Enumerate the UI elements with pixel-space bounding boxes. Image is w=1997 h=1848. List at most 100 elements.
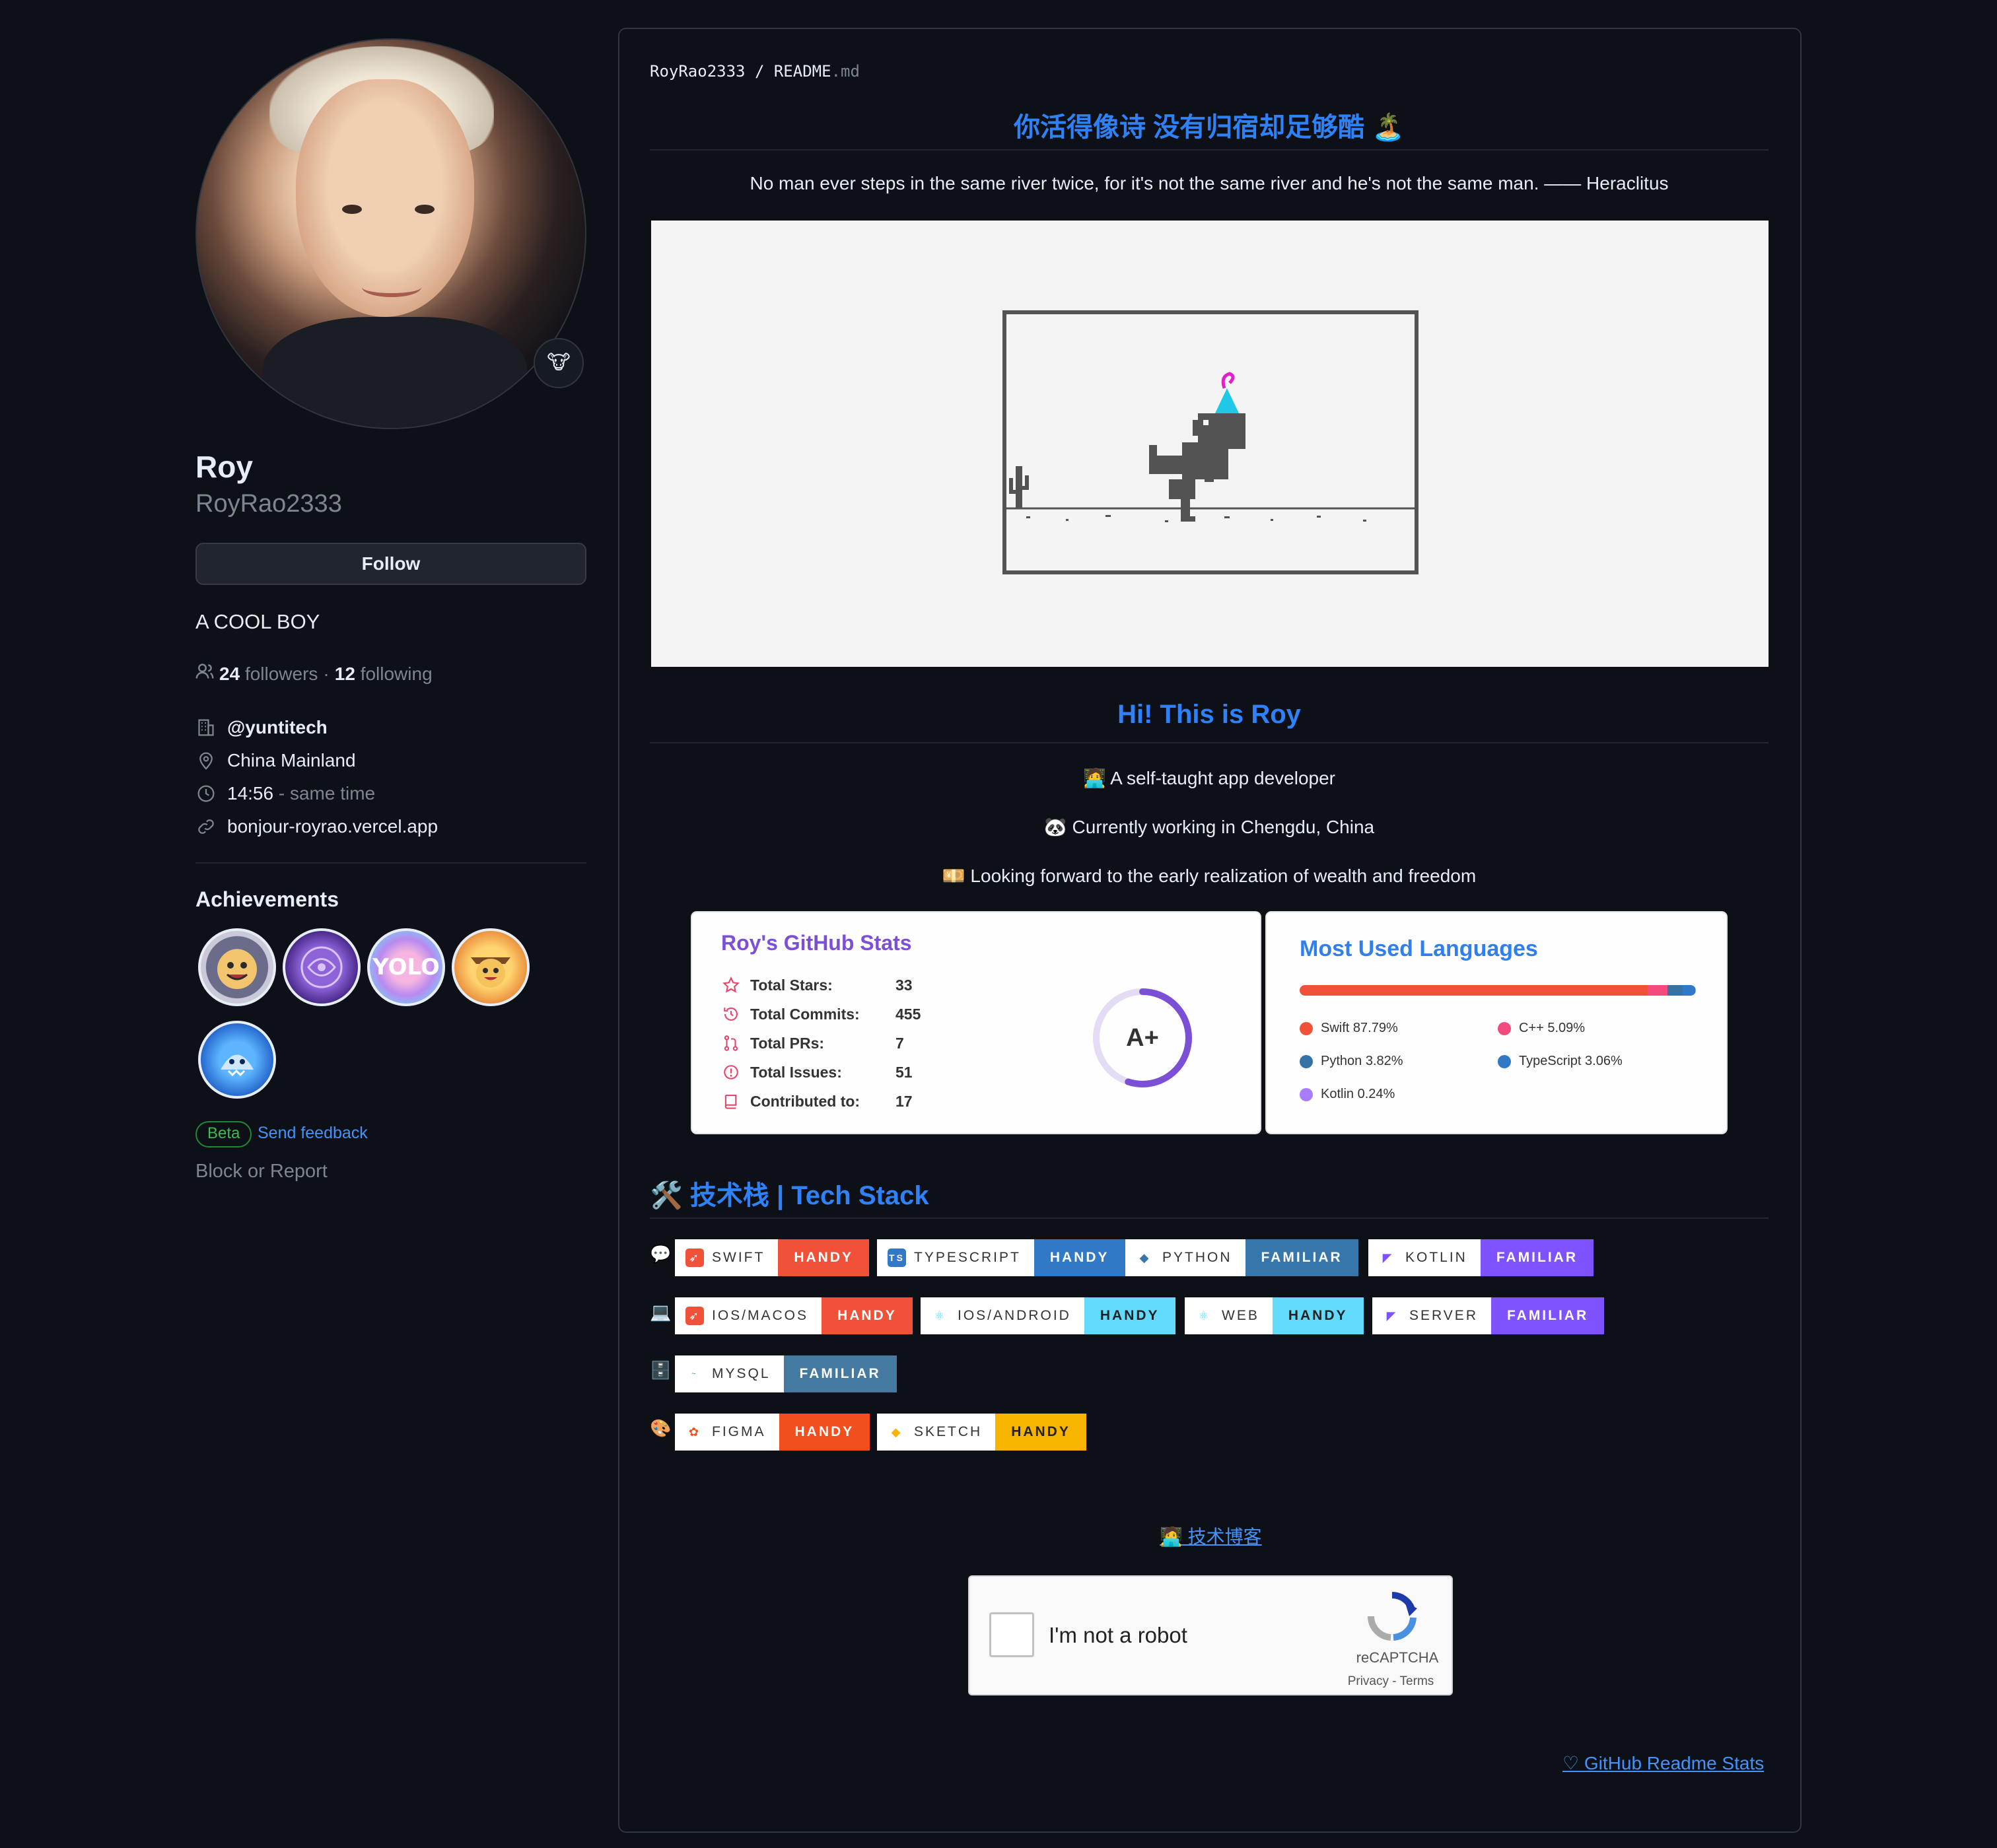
badge-ios-android[interactable]: ⚛ IOS/ANDROID HANDY [921,1297,1175,1334]
badge-level: HANDY [995,1414,1086,1451]
badge-label: SWIFT [712,1250,765,1265]
following-count: 12 [334,663,355,684]
privacy-link[interactable]: Privacy [1348,1674,1389,1688]
readme-stats-link[interactable]: ♡ GitHub Readme Stats [1562,1752,1764,1774]
people-icon [195,662,214,685]
company-row: @yuntitech [195,714,328,741]
stat-label: Total PRs: [750,1034,825,1052]
tech-blog-link[interactable]: 🧑‍💻 技术博客 [1160,1523,1262,1549]
recaptcha-terms: Privacy - Terms [1339,1674,1442,1689]
status-emoji-icon[interactable]: 🐮 [534,338,584,388]
badge-mysql[interactable]: ~ MYSQL FAMILIAR [675,1355,897,1392]
language-bar-segment [1667,985,1683,996]
company-link[interactable]: @yuntitech [227,717,328,738]
stat-value: 33 [895,976,913,994]
local-time: 14:56 [227,783,274,804]
breadcrumb-user[interactable]: RoyRao2333 [650,62,746,81]
link-icon [195,816,217,837]
row-emoji: 🗄️ [650,1360,672,1380]
badge-level: HANDY [1272,1297,1364,1334]
avatar-mouth [362,277,421,297]
row-emoji: 🎨 [650,1418,672,1438]
achievement-badge[interactable]: YOLO [367,928,445,1006]
heading-divider [650,149,1769,151]
send-feedback-link[interactable]: Send feedback [258,1124,368,1143]
badge-web[interactable]: ⚛ WEB HANDY [1185,1297,1364,1334]
stat-row: Total PRs: 7 [721,1030,904,1056]
followers-link[interactable]: 24 followers [219,664,318,685]
location-icon [195,750,217,771]
badge-python[interactable]: ◆ PYTHON FAMILIAR [1125,1239,1358,1276]
follow-button[interactable]: Follow [195,543,586,585]
beta-badge: Beta [195,1121,252,1147]
heading-divider [650,1217,1769,1219]
badge-swift[interactable]: ➶ SWIFT HANDY [675,1239,869,1276]
achievement-badge[interactable] [198,928,276,1006]
followers-label: followers [244,663,318,684]
badge-ios-macos[interactable]: ➶ IOS/MACOS HANDY [675,1297,913,1334]
avatar-eye [342,205,362,214]
badge-level: FAMILIAR [783,1355,897,1392]
badge-label: KOTLIN [1405,1250,1467,1265]
achievement-badge[interactable] [452,928,530,1006]
language-name: Kotlin [1321,1087,1354,1101]
dino-game-frame [1002,310,1419,574]
language-name: Swift [1321,1021,1350,1035]
language-bar-segment [1300,985,1648,996]
stat-value: 7 [895,1034,904,1052]
badge-level: HANDY [1034,1239,1125,1276]
badge-typescript[interactable]: TS TYPESCRIPT HANDY [877,1239,1125,1276]
badge-figma[interactable]: ✿ FIGMA HANDY [675,1414,870,1451]
language-dot [1300,1087,1313,1101]
language-bar-segment [1695,985,1696,996]
badge-server[interactable]: ◤ SERVER FAMILIAR [1372,1297,1605,1334]
tech-stack-heading: 🛠️ 技术栈 | Tech Stack [650,1181,929,1210]
language-name: Python [1321,1054,1362,1068]
badge-label: SERVER [1409,1308,1478,1323]
badge-label: TYPESCRIPT [914,1250,1021,1265]
organization-icon [195,717,217,738]
recaptcha-checkbox[interactable] [989,1612,1034,1657]
badge-kotlin[interactable]: ◤ KOTLIN FAMILIAR [1368,1239,1594,1276]
following-link[interactable]: 12 following [335,664,433,685]
breadcrumb-separator: / [754,62,765,81]
stat-label: Total Commits: [750,1005,860,1023]
achievement-badge[interactable] [198,1021,276,1099]
top-languages-card[interactable]: Most Used Languages Swift 87.79% C++ 5.0… [1265,911,1728,1134]
language-item: Kotlin 0.24% [1300,1087,1395,1102]
languages-title: Most Used Languages [1300,936,1538,961]
typescript-icon: TS [888,1249,906,1267]
terms-link[interactable]: Terms [1400,1674,1434,1688]
block-report-link[interactable]: Block or Report [195,1161,328,1182]
stat-row: Total Stars: 33 [721,972,913,998]
issue-icon [721,1062,741,1082]
badge-level: HANDY [779,1414,870,1451]
language-percent: 0.24% [1357,1087,1395,1101]
badge-label: PYTHON [1162,1250,1232,1265]
profile-sidebar: 🐮 Roy RoyRao2333 Follow A COOL BOY 24 fo… [195,0,586,1848]
profile-bio: A COOL BOY [195,610,320,633]
languages-bar [1300,985,1696,996]
website-link[interactable]: bonjour-royrao.vercel.app [227,816,438,837]
stat-label: Contributed to: [750,1092,860,1110]
readme-title: 你活得像诗 没有归宿却足够酷 🏝️ [1013,113,1405,142]
badge-level: FAMILIAR [1490,1297,1605,1334]
badge-sketch[interactable]: ◆ SKETCH HANDY [877,1414,1086,1451]
language-bar-segment [1647,985,1668,996]
achievement-badge[interactable] [283,928,361,1006]
github-stats-card[interactable]: Roy's GitHub Stats Total Stars: 33 Total… [691,911,1261,1134]
location-row: China Mainland [195,747,356,774]
website-row: bonjour-royrao.vercel.app [195,813,438,840]
breadcrumb-file[interactable]: README [774,62,831,81]
stat-label: Total Issues: [750,1063,842,1081]
stats-title: Roy's GitHub Stats [721,931,912,955]
language-item: C++ 5.09% [1498,1021,1585,1036]
follow-stats: 24 followers · 12 following [195,662,433,685]
avatar[interactable] [195,38,586,429]
language-name: C++ [1519,1021,1544,1035]
badge-label: MYSQL [712,1366,771,1381]
row-emoji: 💻 [650,1302,672,1322]
separator: · [323,663,330,684]
react-icon: ⚛ [1198,1309,1211,1322]
breadcrumb-file-ext: .md [831,62,860,81]
